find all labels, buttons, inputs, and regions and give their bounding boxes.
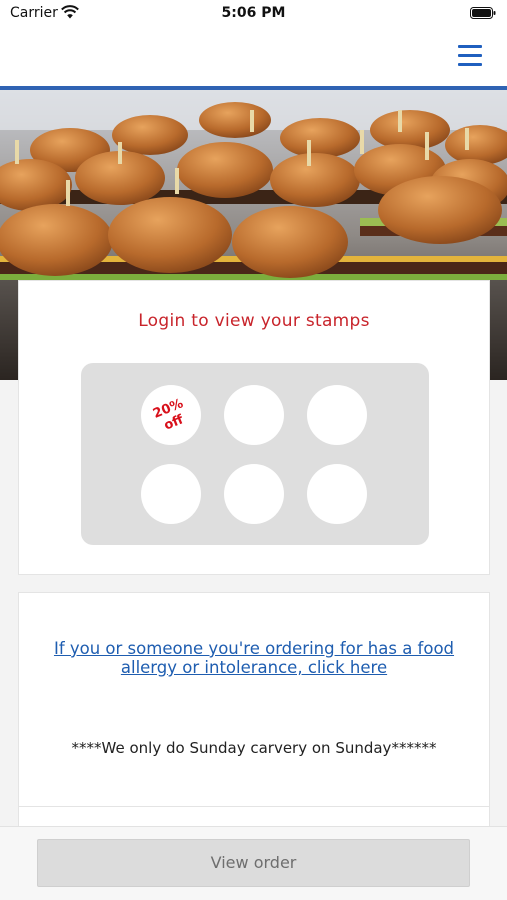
stamp-grid: 20% off [81,363,429,545]
status-bar: Carrier 5:06 PM [0,0,507,28]
sunday-carvery-notice: ****We only do Sunday carvery on Sunday*… [71,739,437,757]
empty-stamp [307,464,367,524]
empty-stamp [224,464,284,524]
empty-stamp [141,464,201,524]
empty-stamp [224,385,284,445]
reward-stamp: 20% off [141,385,201,445]
hamburger-menu-icon[interactable] [454,40,486,72]
info-card: If you or someone you're ordering for ha… [18,592,490,807]
empty-stamp [307,385,367,445]
battery-icon [470,7,496,19]
loyalty-stamp-card[interactable]: Login to view your stamps 20% off [18,280,490,575]
allergy-info-link[interactable]: If you or someone you're ordering for ha… [39,639,469,677]
view-order-button[interactable]: View order [37,839,470,887]
login-stamps-title[interactable]: Login to view your stamps [19,311,489,331]
reward-stamp-label: 20% off [150,396,186,434]
navigation-bar [0,28,507,86]
status-time: 5:06 PM [221,5,286,21]
bottom-bar: View order [0,826,507,900]
